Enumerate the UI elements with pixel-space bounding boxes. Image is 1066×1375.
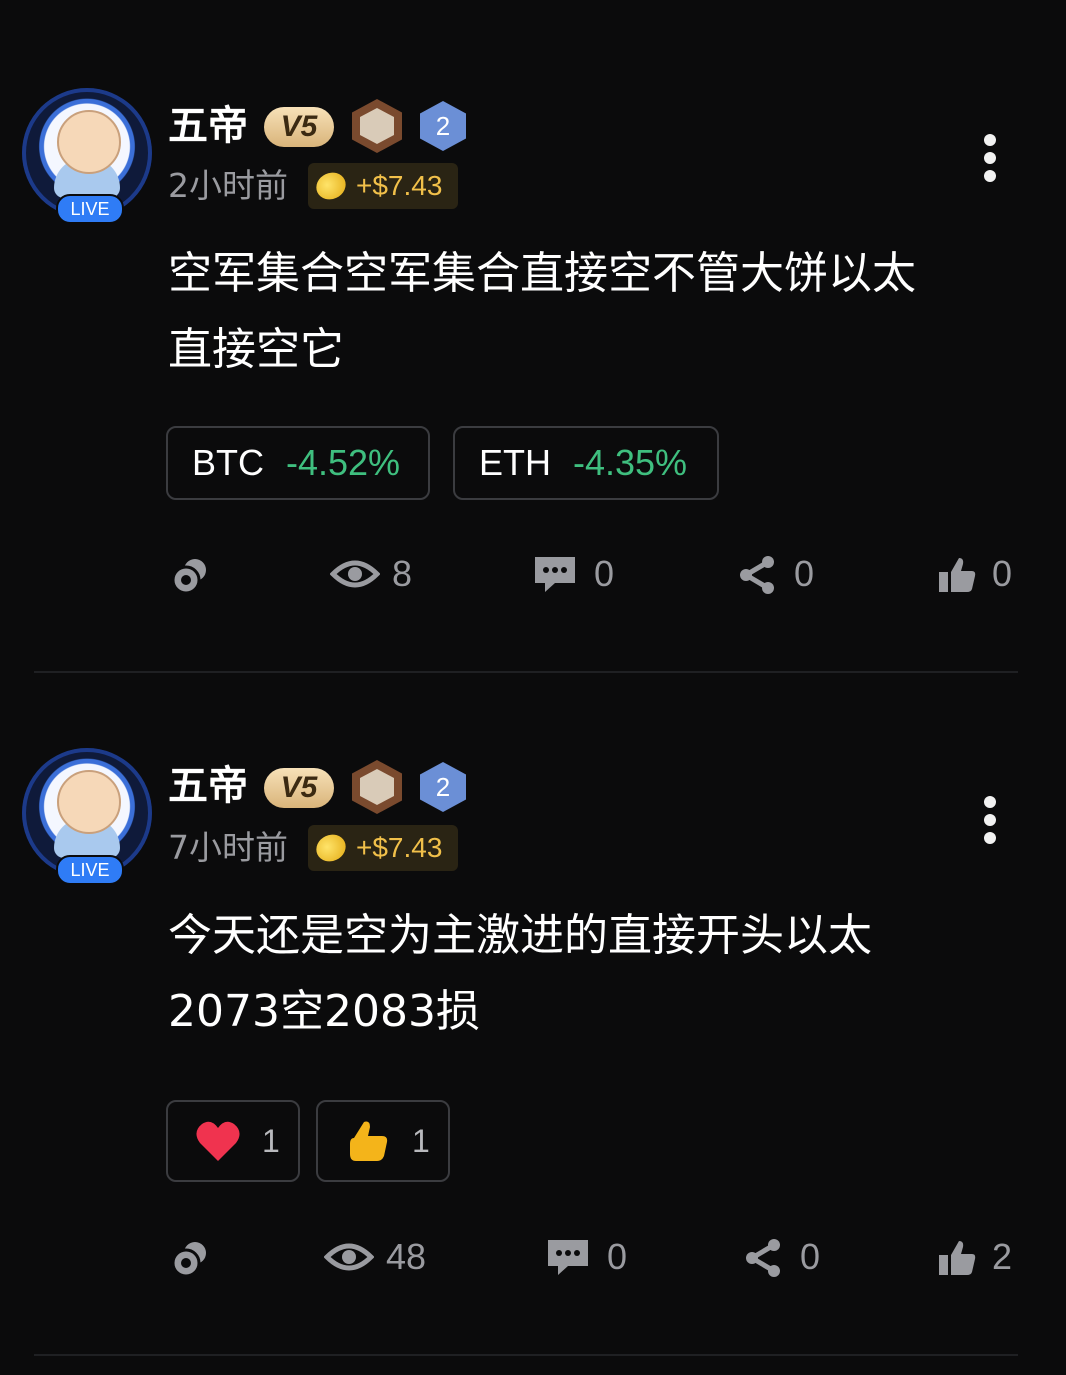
post-time: 7小时前 — [168, 828, 288, 867]
avatar-face — [57, 770, 121, 834]
comments-count: 0 — [607, 1236, 628, 1277]
share-icon — [746, 1239, 780, 1277]
level-number: 2 — [435, 772, 451, 802]
views-count: 48 — [386, 1236, 427, 1277]
post-divider — [34, 1354, 1018, 1356]
post-content[interactable]: 今天还是空为主激进的直接开头以太 2073空2083损 — [168, 898, 1018, 1050]
certificate-badge-icon — [352, 760, 402, 814]
author-name[interactable]: 五帝 — [168, 762, 248, 810]
coin-icon — [311, 829, 351, 867]
post-text-line: 今天还是空为主激进的直接开头以太 — [168, 910, 872, 961]
tip-coins-icon — [171, 1242, 206, 1278]
post-card: LIVE 五帝 V5 2 7小时前 +$7.43 今天还是空为主激进的直接开头以… — [0, 0, 1066, 1355]
heart-icon — [196, 1121, 240, 1161]
reaction-count: 1 — [262, 1123, 280, 1159]
comment-icon — [548, 1240, 588, 1275]
more-options-button[interactable] — [982, 796, 998, 850]
shares-count: 0 — [800, 1236, 821, 1277]
tip-badge[interactable]: +$7.43 — [308, 825, 458, 871]
reaction-heart[interactable]: 1 — [166, 1100, 300, 1182]
tip-amount: +$7.43 — [356, 832, 443, 863]
likes-count: 2 — [992, 1236, 1013, 1277]
post-action-bar: 48 0 0 2 — [0, 1227, 1066, 1287]
eye-icon — [324, 1243, 374, 1271]
level-badge: 2 — [420, 762, 466, 812]
reaction-thumbs-up[interactable]: 1 — [316, 1100, 450, 1182]
reaction-count: 1 — [412, 1123, 430, 1159]
vip-badge: V5 — [264, 768, 334, 808]
thumbs-up-icon — [939, 1241, 976, 1275]
post-text-line: 2073空2083损 — [168, 986, 480, 1037]
thumbs-up-icon — [350, 1121, 388, 1161]
live-badge[interactable]: LIVE — [56, 855, 124, 885]
